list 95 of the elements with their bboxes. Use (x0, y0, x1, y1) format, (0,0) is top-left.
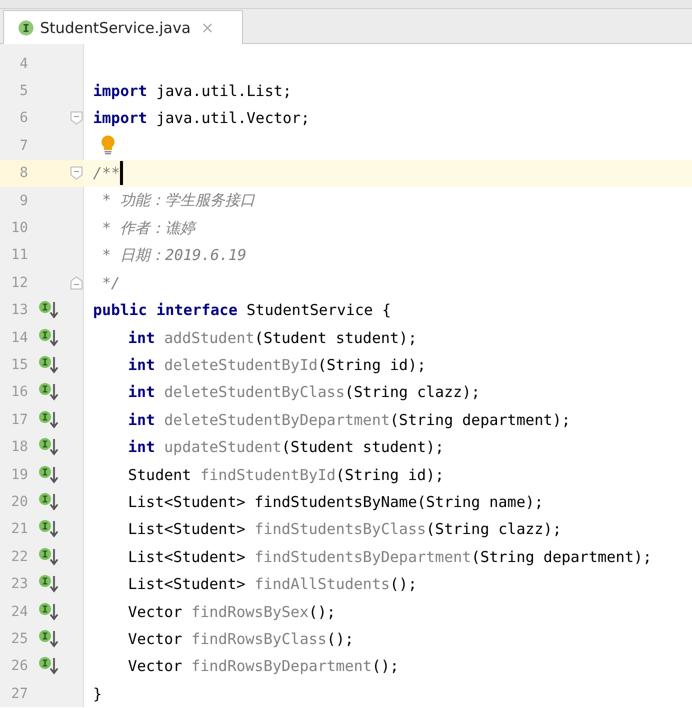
line-number: 6 (18, 110, 28, 126)
method-name: findStudentsByClass (254, 520, 426, 538)
code-text: List<Student> findStudentsByName(String name); (128, 492, 544, 511)
implemented-icon[interactable] (38, 546, 60, 567)
implemented-icon[interactable] (38, 328, 60, 348)
method-name: findAllStudents (254, 575, 390, 594)
code-text: (); (390, 575, 417, 594)
line-number: 24 (10, 604, 28, 620)
comment-text: /** (93, 164, 120, 182)
method-name: deleteStudentByClass (164, 383, 345, 402)
line-number: 18 (10, 439, 28, 456)
comment-text: * 日期：2019.6.19 (101, 246, 246, 265)
line-number: 11 (10, 247, 28, 264)
method-name: findRowsBySex (191, 602, 309, 620)
implemented-icon[interactable] (38, 628, 60, 649)
line-number: 19 (10, 466, 28, 483)
method-name: updateStudent (164, 438, 282, 456)
code-text: (String department); (390, 410, 571, 429)
implemented-icon[interactable] (38, 656, 60, 676)
code-text: StudentService { (246, 301, 392, 320)
line-number: 22 (10, 548, 28, 565)
keyword: int (128, 383, 156, 402)
line-number: 20 (10, 494, 28, 510)
code-text: (); (326, 630, 354, 648)
line-number: 23 (10, 576, 28, 592)
tab-title: StudentService.java (40, 18, 191, 36)
implemented-icon[interactable] (38, 519, 60, 540)
fold-icon[interactable] (70, 166, 83, 180)
keyword: int (128, 356, 156, 374)
implemented-icon[interactable] (38, 354, 60, 375)
comment-text: * 功能：学生服务接口 (101, 191, 256, 210)
method-name: findRowsByClass (191, 630, 327, 648)
code-text: Vector (128, 657, 184, 676)
implemented-icon[interactable] (38, 464, 60, 485)
code-text: (String clazz); (344, 383, 480, 402)
code-text: Student (128, 466, 192, 484)
code-text: (String department); (471, 548, 652, 566)
comment-text: * 作者：谯婷 (101, 218, 196, 238)
method-name: findStudentById (200, 466, 336, 484)
file-tab[interactable]: StudentService.java × (3, 10, 244, 44)
line-number: 27 (10, 686, 28, 702)
implemented-icon[interactable] (38, 382, 60, 402)
implemented-icon[interactable] (38, 574, 60, 594)
code-text: java.util.Vector; (156, 109, 310, 128)
code-text: List<Student> (128, 575, 246, 594)
line-number: 25 (10, 630, 28, 647)
keyword: int (128, 328, 156, 347)
lightbulb-icon[interactable] (100, 135, 116, 156)
line-number: 15 (10, 356, 28, 373)
line-number: 17 (10, 412, 28, 428)
line-number: 12 (10, 274, 28, 291)
interface-icon (18, 20, 34, 36)
keyword: int (128, 438, 156, 456)
method-name: deleteStudentById (164, 356, 318, 374)
keyword: int (128, 410, 156, 429)
fold-icon[interactable] (70, 276, 83, 290)
code-text: (Student student); (282, 438, 444, 456)
code-text: java.util.List; (156, 82, 292, 100)
implemented-icon[interactable] (38, 410, 60, 430)
method-name: deleteStudentByDepartment (164, 410, 390, 429)
keyword: import (93, 82, 148, 100)
fold-icon[interactable] (70, 111, 83, 126)
method-name: findRowsByDepartment (191, 657, 372, 676)
implemented-icon[interactable] (38, 492, 60, 512)
code-text: (Student student); (254, 328, 417, 347)
line-number: 26 (10, 658, 28, 674)
code-text: (String clazz); (426, 520, 562, 538)
line-number: 21 (10, 521, 28, 538)
line-number: 10 (10, 220, 28, 236)
implemented-icon[interactable] (38, 437, 60, 458)
line-number: 9 (18, 192, 28, 209)
implemented-icon[interactable] (38, 300, 60, 320)
line-number: 13 (10, 302, 28, 318)
code-text: List<Student> (128, 520, 246, 538)
keyword: public interface (93, 301, 238, 320)
code-text: (); (372, 657, 399, 676)
keyword: import (93, 109, 148, 128)
code-text: (String id); (336, 466, 444, 484)
line-number: 5 (18, 83, 28, 100)
method-name: addStudent (164, 328, 254, 347)
code-text: } (93, 684, 102, 703)
text-cursor (120, 161, 124, 186)
line-number: 16 (10, 384, 28, 400)
code-text: (); (308, 602, 336, 620)
code-text: Vector (128, 630, 184, 648)
line-number: 14 (10, 330, 28, 346)
code-text: List<Student> (128, 548, 246, 566)
code-text: Vector (128, 602, 184, 620)
line-number: 4 (18, 56, 28, 72)
method-name: findStudentsByDepartment (254, 548, 472, 566)
line-number: 7 (18, 138, 28, 154)
comment-text: */ (101, 274, 120, 292)
implemented-icon[interactable] (38, 602, 60, 622)
code-text: (String id); (318, 356, 426, 374)
line-number: 8 (18, 165, 28, 182)
